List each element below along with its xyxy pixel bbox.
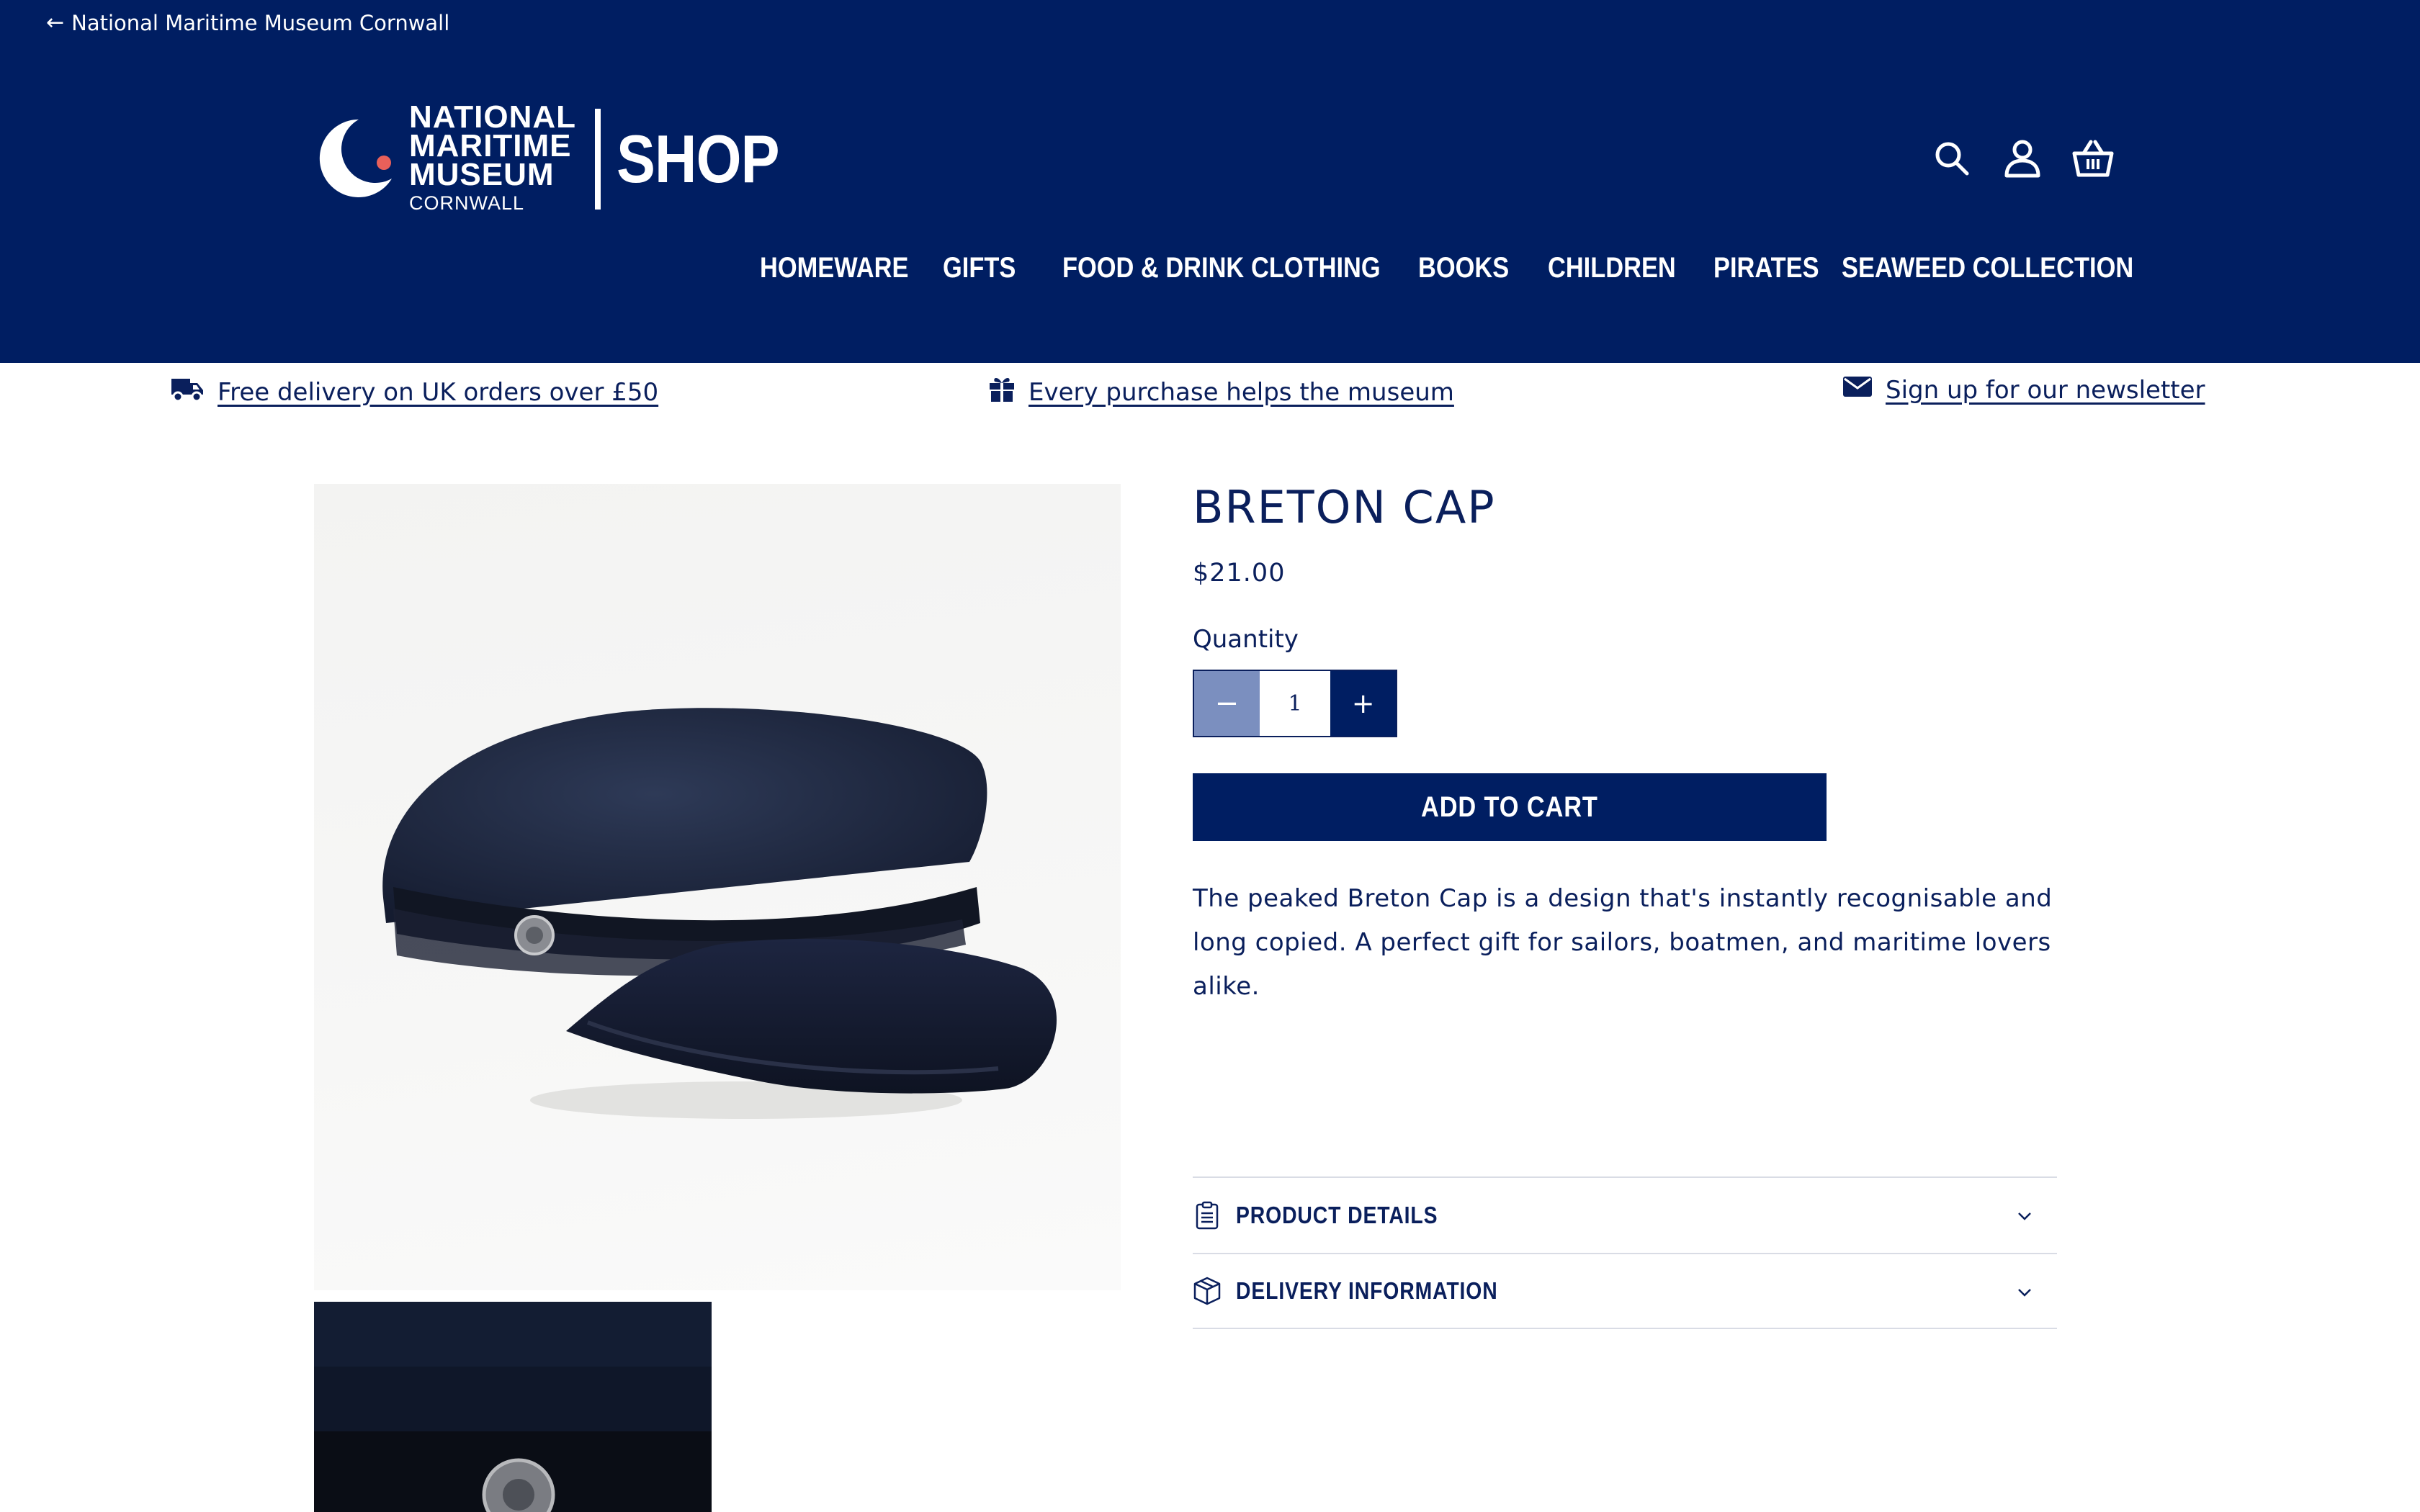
add-to-cart-button[interactable]: ADD TO CART	[1193, 773, 1827, 841]
clipboard-icon	[1193, 1201, 1222, 1230]
accordion-delivery-information-label: DELIVERY INFORMATION	[1236, 1277, 1498, 1304]
logo-divider	[595, 108, 601, 210]
chevron-down-icon	[2014, 1205, 2035, 1227]
gift-icon	[988, 374, 1016, 410]
back-link-label: National Maritime Museum Cornwall	[71, 10, 450, 35]
nav-item-pirates[interactable]: PIRATES	[1713, 252, 1819, 284]
site-header: ← National Maritime Museum Cornwall NATI…	[0, 0, 2420, 363]
quantity-input[interactable]: 1	[1259, 671, 1331, 736]
product-description: The peaked Breton Cap is a design that's…	[1193, 884, 2053, 1001]
delivery-truck-icon	[170, 374, 205, 410]
quantity-label: Quantity	[1193, 625, 1299, 654]
arrow-left-icon: ←	[46, 10, 65, 35]
main-nav: HOMEWARE GIFTS FOOD & DRINK CLOTHING BOO…	[0, 252, 2420, 295]
museum-logo-mark-icon	[314, 117, 399, 202]
add-to-cart-label: ADD TO CART	[1421, 791, 1598, 823]
nav-item-books[interactable]: BOOKS	[1418, 252, 1509, 284]
nav-item-homeware[interactable]: HOMEWARE	[760, 252, 908, 284]
logo-wordmark: NATIONAL MARITIME MUSEUM CORNWALL	[409, 99, 577, 215]
logo-shop-text: SHOP	[617, 120, 780, 197]
header-actions	[1930, 137, 2115, 180]
basket-icon[interactable]	[2071, 137, 2115, 180]
product-thumbnail[interactable]	[314, 1302, 712, 1512]
quantity-increase-button[interactable]: +	[1330, 671, 1396, 736]
newsletter-signup-link[interactable]: Sign up for our newsletter	[1886, 376, 2205, 405]
search-icon[interactable]	[1930, 137, 1973, 180]
box-icon	[1193, 1277, 1222, 1305]
nav-item-gifts[interactable]: GIFTS	[943, 252, 1016, 284]
announcement-newsletter: Sign up for our newsletter	[1842, 374, 2205, 405]
logo-line-museum: MUSEUM	[409, 156, 555, 192]
announcement-museum: Every purchase helps the museum	[988, 374, 1454, 410]
chevron-down-icon	[2014, 1282, 2035, 1303]
product-accordion: PRODUCT DETAILS DELIVERY INFORMATION	[1193, 1176, 2057, 1329]
nav-item-seaweed-collection[interactable]: SEAWEED COLLECTION	[1842, 252, 2133, 284]
logo-line-national: NATIONAL	[409, 99, 577, 135]
nav-item-clothing[interactable]: CLOTHING	[1251, 252, 1381, 284]
quantity-stepper: − 1 +	[1193, 670, 1397, 737]
shop-logo[interactable]: NATIONAL MARITIME MUSEUM CORNWALL SHOP	[314, 101, 805, 214]
accordion-delivery-information[interactable]: DELIVERY INFORMATION	[1193, 1253, 2057, 1329]
announcement-delivery: Free delivery on UK orders over £50	[170, 374, 658, 410]
product-main-image[interactable]	[314, 484, 1121, 1290]
logo-line-cornwall: CORNWALL	[409, 192, 525, 214]
envelope-icon	[1842, 374, 1873, 405]
free-delivery-link[interactable]: Free delivery on UK orders over £50	[218, 378, 658, 407]
quantity-decrease-button[interactable]: −	[1194, 671, 1260, 736]
account-icon[interactable]	[2001, 137, 2044, 180]
accordion-product-details-label: PRODUCT DETAILS	[1236, 1202, 1438, 1228]
announcement-bar: Free delivery on UK orders over £50 Ever…	[0, 374, 2420, 423]
product-price: $21.00	[1193, 559, 1286, 588]
museum-support-link[interactable]: Every purchase helps the museum	[1028, 378, 1454, 407]
accordion-product-details[interactable]: PRODUCT DETAILS	[1193, 1176, 2057, 1253]
nav-item-children[interactable]: CHILDREN	[1548, 252, 1676, 284]
nav-item-food-drink[interactable]: FOOD & DRINK	[1062, 252, 1244, 284]
back-to-museum-link[interactable]: ← National Maritime Museum Cornwall	[46, 10, 449, 35]
logo-line-maritime: MARITIME	[409, 127, 572, 163]
product-title: BRETON CAP	[1193, 481, 1496, 534]
